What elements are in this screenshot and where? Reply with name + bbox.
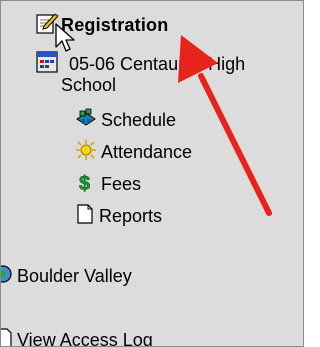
- school-label-line2: School: [61, 75, 117, 95]
- svg-text:$: $: [79, 173, 90, 193]
- fees-label: Fees: [101, 174, 142, 194]
- attendance-label: Attendance: [101, 142, 193, 162]
- tree-item-attendance[interactable]: Attendance: [75, 139, 192, 166]
- tree-item-reports[interactable]: Reports: [75, 203, 162, 230]
- attendance-icon: [75, 139, 97, 166]
- dollar-icon: $: [75, 171, 97, 198]
- schedule-label: Schedule: [101, 110, 177, 130]
- tree-item-school-continued[interactable]: School: [61, 75, 116, 96]
- globe-icon: [1, 263, 13, 290]
- registration-label: Registration: [61, 15, 169, 35]
- tree-item-access-log[interactable]: View Access Log: [1, 327, 153, 347]
- document-icon: [75, 203, 95, 230]
- navigation-tree-panel: Registration 05-06 Centaurus High School: [0, 0, 304, 347]
- access-log-label: View Access Log: [17, 330, 153, 347]
- schedule-icon: [75, 107, 97, 134]
- school-label-line1: 05-06 Centaurus High: [69, 54, 246, 74]
- district-label: Boulder Valley: [17, 266, 132, 286]
- reports-label: Reports: [99, 206, 163, 226]
- mouse-pointer-icon: [55, 23, 75, 58]
- tree-item-fees[interactable]: $ Fees: [75, 171, 141, 198]
- tree-item-district[interactable]: Boulder Valley: [1, 263, 132, 290]
- document-icon: [1, 327, 13, 346]
- tree-item-schedule[interactable]: Schedule: [75, 107, 176, 134]
